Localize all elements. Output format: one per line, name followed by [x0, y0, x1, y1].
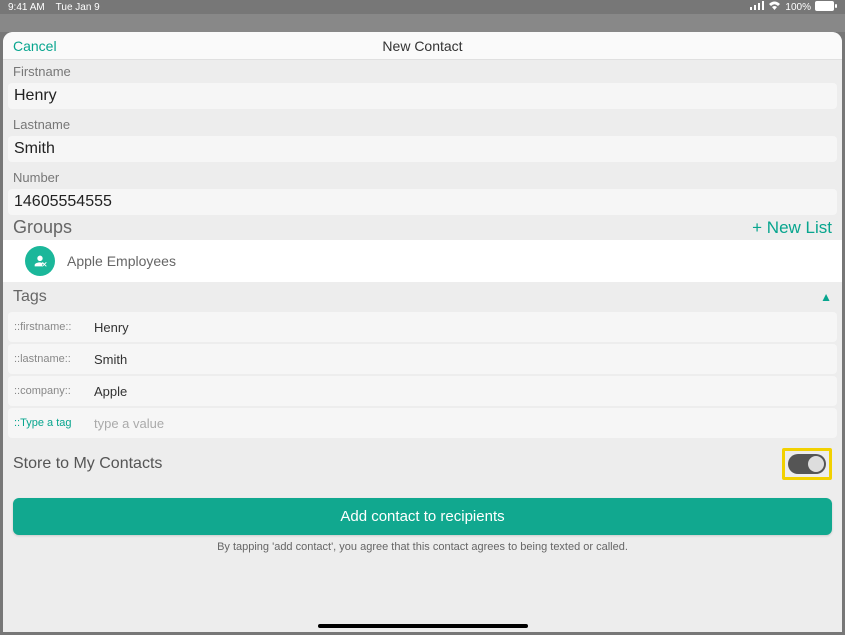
firstname-label: Firstname	[3, 60, 842, 83]
status-bar: 9:41 AM Tue Jan 9 100%	[0, 0, 845, 14]
tag-row-company	[8, 376, 837, 406]
new-list-button[interactable]: + New List	[752, 218, 832, 238]
group-avatar-icon	[25, 246, 55, 276]
group-name: Apple Employees	[67, 253, 176, 269]
background-header	[0, 14, 845, 32]
home-indicator[interactable]	[318, 624, 528, 628]
tag-key-firstname[interactable]	[8, 321, 88, 333]
tags-label: Tags	[13, 288, 47, 306]
disclaimer-text: By tapping 'add contact', you agree that…	[3, 541, 842, 563]
status-time: 9:41 AM	[8, 2, 45, 13]
tag-value-new[interactable]	[88, 416, 837, 431]
toggle-highlight	[782, 448, 832, 480]
firstname-input[interactable]	[8, 83, 837, 109]
tag-row-lastname	[8, 344, 837, 374]
tag-key-company[interactable]	[8, 385, 88, 397]
tag-key-lastname[interactable]	[8, 353, 88, 365]
lastname-label: Lastname	[3, 113, 842, 136]
toggle-knob	[808, 456, 824, 472]
tag-row-new	[8, 408, 837, 438]
tags-header[interactable]: Tags ▲	[3, 282, 842, 312]
add-contact-button[interactable]: Add contact to recipients	[13, 498, 832, 535]
store-toggle[interactable]	[788, 454, 826, 474]
tag-value-firstname[interactable]	[88, 320, 837, 335]
number-label: Number	[3, 166, 842, 189]
wifi-icon	[768, 1, 781, 13]
store-label: Store to My Contacts	[13, 455, 162, 473]
store-row: Store to My Contacts	[3, 440, 842, 488]
number-input[interactable]	[8, 189, 837, 215]
group-item[interactable]: Apple Employees	[3, 240, 842, 282]
tag-value-company[interactable]	[88, 384, 837, 399]
device-frame: 9:41 AM Tue Jan 9 100% Cancel New Contac…	[0, 0, 845, 635]
modal-title: New Contact	[3, 32, 842, 60]
tag-row-firstname	[8, 312, 837, 342]
lastname-input[interactable]	[8, 136, 837, 162]
status-left: 9:41 AM Tue Jan 9	[8, 2, 100, 13]
chevron-up-icon: ▲	[820, 290, 832, 304]
tag-value-lastname[interactable]	[88, 352, 837, 367]
status-right: 100%	[750, 1, 837, 14]
groups-header: Groups + New List	[3, 215, 842, 240]
battery-icon	[815, 1, 837, 14]
cancel-button[interactable]: Cancel	[13, 32, 57, 60]
tag-key-new[interactable]	[8, 417, 88, 429]
nav-bar: Cancel New Contact	[3, 32, 842, 60]
modal-sheet: Cancel New Contact Firstname Lastname Nu…	[3, 32, 842, 632]
status-date: Tue Jan 9	[56, 2, 100, 13]
battery-percent: 100%	[785, 2, 811, 13]
signal-icon	[750, 1, 764, 13]
groups-label: Groups	[13, 217, 72, 238]
